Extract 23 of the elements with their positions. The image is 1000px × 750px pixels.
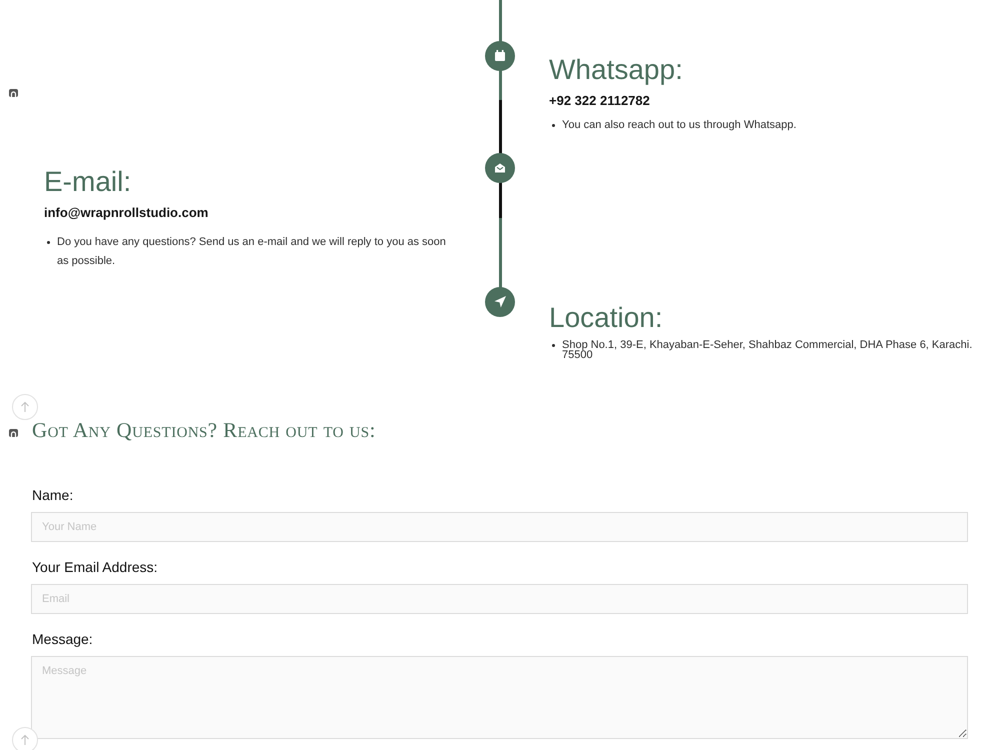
entry-title: Location: <box>549 301 664 335</box>
entry-title: E-mail: <box>44 165 132 199</box>
field-label: Your Email Address: <box>32 558 159 577</box>
field-label: Message: <box>32 630 94 649</box>
bullet-text: You can also reach out to us through Whatsapp. <box>562 118 796 133</box>
entry-title: Whatsapp: <box>549 53 684 87</box>
back-to-top-button[interactable] <box>12 727 38 750</box>
bullet-icon <box>47 241 50 244</box>
back-to-top-button[interactable] <box>12 394 38 420</box>
bullet-icon <box>552 124 555 127</box>
form-heading: Got Any Questions? Reach out to us: <box>32 418 377 442</box>
tile-icon <box>9 429 18 437</box>
arrow-up-icon <box>20 401 30 413</box>
tile-icon <box>9 89 18 97</box>
bullet-icon <box>552 344 555 347</box>
envelope-icon <box>485 153 515 183</box>
field-label: Name: <box>32 486 74 505</box>
arrow-up-icon <box>20 734 30 746</box>
contact-detail: +92 322 2112782 <box>549 92 651 110</box>
bullet-text: Shop No.1, 39-E, Khayaban-E-Seher, Shahbaz Commercial, DHA Phase 6, Karachi. 75500 <box>562 340 974 360</box>
contact-detail: info@wrapnrollstudio.com <box>44 204 210 222</box>
bullet-text: Do you have any questions? Send us an e-mail and we will reply to you as soon as possible. <box>57 235 447 269</box>
calendar-icon <box>485 41 515 71</box>
